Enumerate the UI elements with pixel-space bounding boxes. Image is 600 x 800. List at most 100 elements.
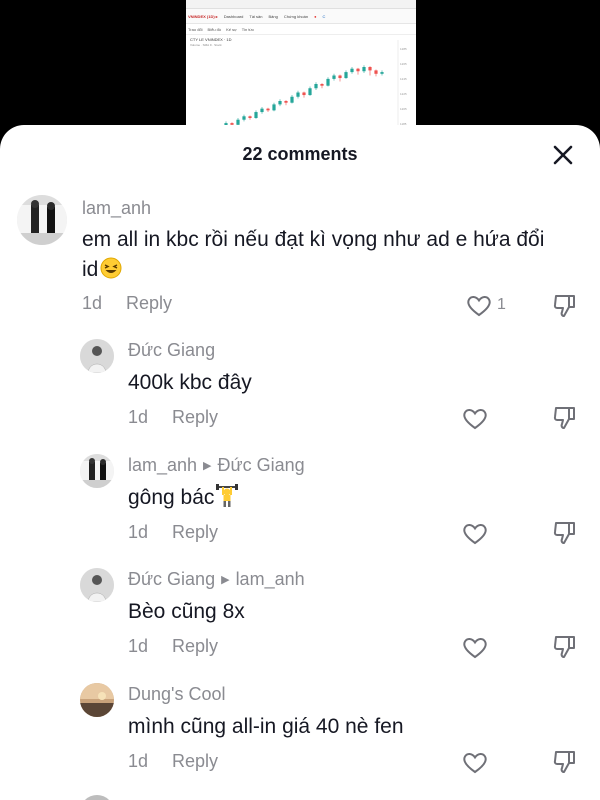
laughing-emoji-icon — [100, 257, 122, 288]
comment-meta: 1d Reply — [128, 751, 218, 772]
candle-body — [368, 67, 372, 71]
username[interactable]: lam_anh — [128, 455, 197, 475]
comment-text: em all in kbc rồi nếu đạt kì vọng như ad… — [82, 225, 592, 288]
comment-text-line: em all in kbc rồi nếu đạt kì vọng như ad… — [82, 228, 545, 251]
candle-body — [266, 108, 270, 111]
like-count: 1 — [497, 296, 506, 313]
reply-item: Đức Giang ▶ lam_anh Bèo cũng 8x 1d Reply — [0, 564, 600, 674]
heart-outline-icon — [463, 638, 487, 659]
dislike-button[interactable] — [552, 749, 578, 775]
avatar[interactable] — [80, 795, 114, 800]
dislike-button[interactable] — [552, 634, 578, 660]
candle-body — [296, 92, 300, 97]
comment-username[interactable]: Dung's Cool — [128, 684, 226, 705]
avatar[interactable] — [80, 339, 114, 373]
candle-body — [248, 116, 252, 118]
heart-outline-icon — [463, 524, 487, 545]
comment-text: gông bác — [128, 483, 239, 516]
candle-body — [344, 72, 348, 79]
avatar-image — [80, 683, 114, 717]
reply-item: Đức Giang 400k kbc đây 1d Reply — [0, 335, 600, 445]
candle-body — [362, 67, 366, 72]
comments-sheet: 22 comments lam_anh em all in kbc rồi nế… — [0, 125, 600, 800]
username[interactable]: Đức Giang — [128, 340, 215, 360]
chart-tool: Kế sự — [226, 26, 237, 32]
candle-body — [320, 84, 324, 86]
avatar[interactable] — [80, 454, 114, 488]
reply-arrow-icon: ▶ — [203, 460, 212, 472]
reply-item: Dung's Cool mình cũng all-in giá 40 nè f… — [0, 679, 600, 789]
candle-body — [314, 84, 318, 89]
comment-time: 1d — [128, 407, 149, 427]
comments-count-title: 22 comments — [242, 144, 358, 164]
avatar-image — [17, 195, 67, 245]
like-button[interactable] — [462, 636, 488, 660]
reply-button[interactable]: Reply — [172, 751, 218, 771]
avatar[interactable] — [80, 683, 114, 717]
reply-button[interactable]: Reply — [172, 407, 218, 427]
heart-outline-icon — [467, 296, 491, 317]
comment-text-line: id — [82, 258, 99, 281]
svg-text:1265: 1265 — [400, 62, 407, 66]
weightlifter-emoji-icon — [216, 483, 239, 516]
username[interactable]: lam_anh — [82, 198, 151, 218]
reply-button[interactable]: Reply — [126, 293, 172, 313]
reply-to-username[interactable]: Đức Giang — [218, 455, 305, 475]
toolbar-item: Chứng khoán — [283, 13, 309, 19]
comment-text-line: gông bác — [128, 486, 215, 509]
toolbar-item: Dashboard — [223, 13, 244, 19]
comment-text: 400k kbc đây — [128, 371, 252, 394]
avatar[interactable] — [17, 195, 67, 245]
heart-outline-icon — [463, 409, 487, 430]
thumbs-down-icon — [553, 636, 575, 658]
avatar[interactable] — [80, 568, 114, 602]
comment-username[interactable]: Đức Giang — [128, 340, 215, 361]
comment-meta: 1d Reply — [82, 293, 172, 314]
thumbs-down-icon — [553, 522, 575, 544]
toolbar-item: Tài sản — [249, 13, 263, 19]
chart-tool: Biểu đồ — [207, 26, 222, 32]
username[interactable]: Đức Giang — [128, 569, 215, 589]
reply-arrow-icon: ▶ — [221, 574, 230, 586]
candle-body — [374, 70, 378, 74]
like-button[interactable] — [462, 751, 488, 775]
comment-time: 1d — [128, 636, 149, 656]
dislike-button[interactable] — [552, 520, 578, 546]
dislike-button[interactable] — [552, 405, 578, 431]
svg-text:1285: 1285 — [400, 47, 407, 51]
candle-body — [380, 72, 384, 74]
svg-text:1245: 1245 — [400, 77, 407, 81]
thumbs-down-icon — [553, 407, 575, 429]
username[interactable]: Dung's Cool — [128, 684, 226, 704]
comment-username[interactable]: lam_anh — [82, 198, 151, 219]
chart-tool: Tin tức — [241, 26, 255, 32]
avatar-image — [80, 568, 114, 602]
comment-text: mình cũng all-in giá 40 nè fen — [128, 715, 404, 738]
like-button[interactable] — [466, 294, 492, 318]
candle-body — [302, 92, 306, 96]
trading-toolbar: VNINDEX (1D) ▸ Dashboard Tài sản Bảng Ch… — [186, 9, 416, 24]
dislike-button[interactable] — [552, 293, 578, 319]
avatar-image — [80, 339, 114, 373]
reply-button[interactable]: Reply — [172, 522, 218, 542]
comment-item: lam_anh em all in kbc rồi nếu đạt kì vọn… — [0, 187, 600, 322]
svg-text:1225: 1225 — [400, 92, 407, 96]
candle-body — [260, 108, 264, 113]
avatar-image — [80, 795, 114, 800]
like-button[interactable] — [462, 522, 488, 546]
red-indicator-icon: ● — [314, 13, 317, 19]
candle-body — [254, 112, 258, 118]
like-button[interactable] — [462, 407, 488, 431]
candle-body — [326, 78, 330, 86]
reply-to-username[interactable]: lam_anh — [236, 569, 305, 589]
candle-body — [242, 116, 246, 120]
comment-time: 1d — [128, 522, 149, 542]
close-button[interactable] — [548, 140, 578, 170]
trading-brand: VNINDEX (1D) ▸ — [188, 13, 218, 19]
candle-body — [284, 101, 288, 103]
candle-body — [356, 68, 360, 72]
comment-username: Đức Giang ▶ lam_anh — [128, 569, 305, 590]
reply-button[interactable]: Reply — [172, 636, 218, 656]
toolbar-item: Bảng — [268, 13, 278, 19]
reply-item: lam_anh ▶ Đức Giang gông bác 1d Reply — [0, 450, 600, 560]
